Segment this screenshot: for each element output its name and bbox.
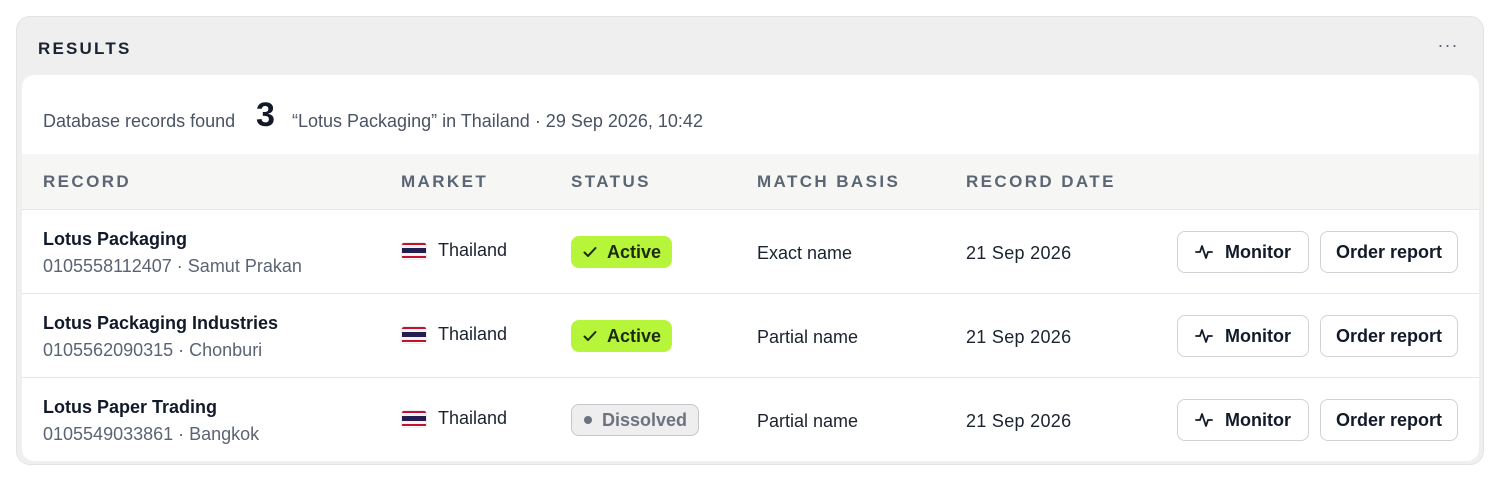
thailand-flag-icon [402, 410, 426, 427]
record-meta: 0105558112407 · Samut Prakan [43, 256, 302, 276]
thailand-flag-icon [402, 326, 426, 343]
record-meta: 0105549033861 · Bangkok [43, 424, 260, 444]
more-options-icon[interactable]: ··· [1435, 35, 1461, 59]
check-icon [583, 246, 597, 258]
column-header-market: MARKET [401, 172, 489, 191]
column-header-record: RECORD [43, 172, 132, 191]
record-date: 21 Sep 2026 [966, 327, 1072, 347]
activity-pulse-icon [1195, 412, 1213, 428]
monitor-label: Monitor [1225, 325, 1291, 346]
order-report-button[interactable]: Order report [1320, 231, 1458, 273]
table-header: RECORD MARKET STATUS MATCH BASIS RECORD … [22, 154, 1479, 210]
record-name[interactable]: Lotus Paper Trading [43, 397, 217, 418]
table-row: Lotus Packaging Industries 0105562090315… [22, 294, 1479, 378]
table-row: Lotus Packaging 0105558112407 · Samut Pr… [22, 210, 1479, 294]
column-header-record-date: RECORD DATE [966, 172, 1116, 191]
monitor-button[interactable]: Monitor [1177, 315, 1309, 357]
status-badge: Active [571, 320, 673, 352]
monitor-button[interactable]: Monitor [1177, 231, 1309, 273]
market-label: Thailand [438, 408, 508, 428]
monitor-button[interactable]: Monitor [1177, 399, 1309, 441]
thailand-flag-icon [402, 242, 426, 259]
market-cell: Thailand [402, 408, 507, 429]
results-summary: Database records found 3 “Lotus Packagin… [22, 75, 1479, 154]
check-icon [583, 330, 597, 342]
status-label: Active [607, 241, 662, 262]
search-query-info: “Lotus Packaging” in Thailand · 29 Sep 2… [292, 111, 703, 131]
panel-header: RESULTS ··· [17, 17, 1483, 75]
status-label: Dissolved [602, 409, 688, 430]
results-panel: RESULTS ··· Database records found 3 “Lo… [16, 16, 1484, 465]
monitor-label: Monitor [1225, 241, 1291, 262]
record-name[interactable]: Lotus Packaging [43, 229, 187, 250]
column-header-status: STATUS [571, 172, 651, 191]
market-cell: Thailand [402, 240, 507, 261]
status-badge: Active [571, 236, 673, 268]
results-count: 3 [256, 96, 275, 134]
table-row: Lotus Paper Trading 0105549033861 · Bang… [22, 378, 1479, 461]
record-date: 21 Sep 2026 [966, 243, 1072, 263]
market-label: Thailand [438, 240, 508, 260]
status-label: Active [607, 325, 662, 346]
record-name[interactable]: Lotus Packaging Industries [43, 313, 278, 334]
match-basis: Exact name [757, 243, 853, 263]
order-report-button[interactable]: Order report [1320, 399, 1458, 441]
status-badge: Dissolved [571, 404, 700, 436]
market-label: Thailand [438, 324, 508, 344]
summary-label: Database records found [43, 111, 236, 131]
match-basis: Partial name [757, 411, 859, 431]
monitor-label: Monitor [1225, 409, 1291, 430]
market-cell: Thailand [402, 324, 507, 345]
order-report-button[interactable]: Order report [1320, 315, 1458, 357]
activity-pulse-icon [1195, 328, 1213, 344]
dot-icon [584, 416, 592, 424]
column-header-match-basis: MATCH BASIS [757, 172, 901, 191]
match-basis: Partial name [757, 327, 859, 347]
record-date: 21 Sep 2026 [966, 411, 1072, 431]
results-card: Database records found 3 “Lotus Packagin… [22, 75, 1479, 461]
activity-pulse-icon [1195, 244, 1213, 260]
panel-title: RESULTS [38, 39, 132, 58]
record-meta: 0105562090315 · Chonburi [43, 340, 263, 360]
